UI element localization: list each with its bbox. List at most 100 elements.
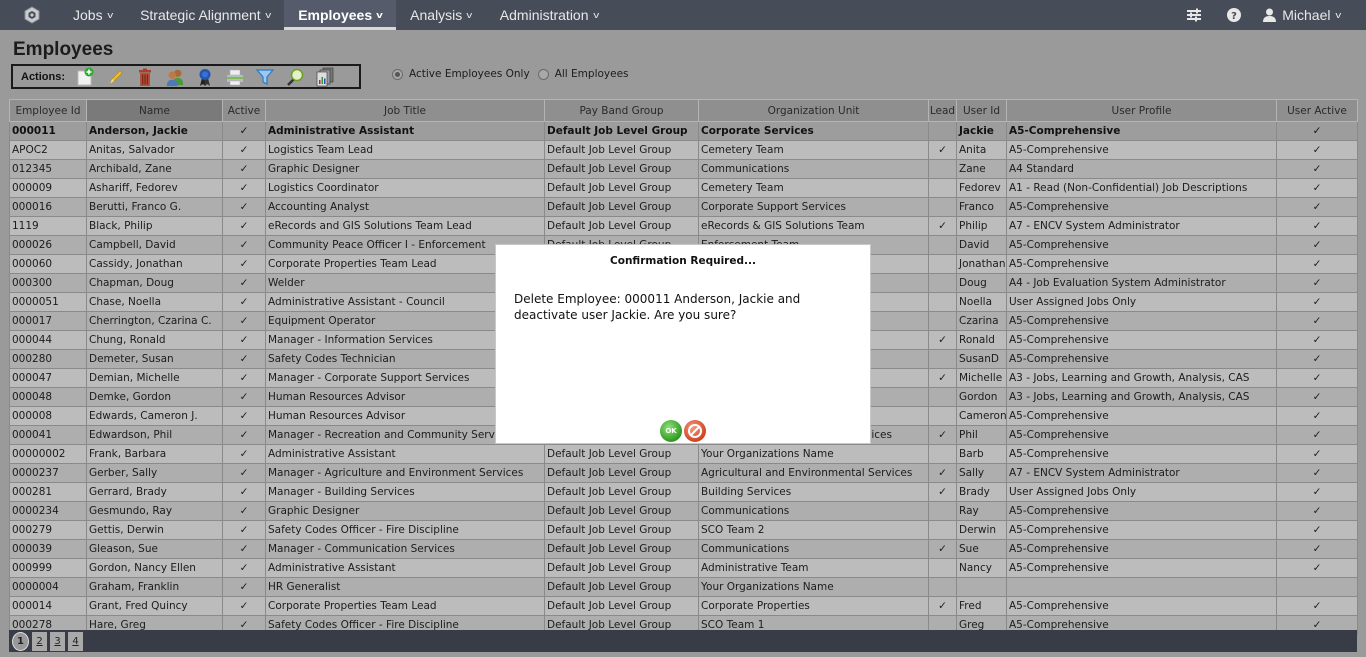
- col-job-title[interactable]: Job Title: [265, 99, 545, 122]
- page-4-button[interactable]: 4: [68, 631, 83, 651]
- help-icon[interactable]: ?: [1219, 0, 1249, 30]
- name-cell: Anderson, Jackie: [86, 121, 223, 141]
- table-row[interactable]: 0000237 Gerber, Sally ✓ Manager - Agricultu…: [9, 463, 1358, 483]
- table-row[interactable]: 00000002 Frank, Barbara ✓ Administrative As…: [9, 444, 1358, 464]
- lead-cell: [928, 273, 957, 293]
- col-lead[interactable]: Lead: [928, 99, 957, 122]
- table-row[interactable]: APOC2 Anitas, Salvador ✓ Logistics Team Lea…: [9, 140, 1358, 160]
- table-row[interactable]: 000014 Grant, Fred Quincy ✓ Corporate Prope…: [9, 596, 1358, 616]
- ok-button[interactable]: OK: [660, 420, 682, 442]
- nav-strategic-alignment[interactable]: Strategic Alignment v: [126, 0, 284, 30]
- col-user-id[interactable]: User Id: [956, 99, 1007, 122]
- employee-id-cell: 000279: [9, 520, 87, 540]
- table-row[interactable]: 012345 Archibald, Zane ✓ Graphic Designer De…: [9, 159, 1358, 179]
- trash-icon[interactable]: [135, 67, 155, 87]
- app-logo-icon[interactable]: [23, 6, 41, 24]
- employee-id-cell: 012345: [9, 159, 87, 179]
- funnel-icon[interactable]: [255, 67, 275, 87]
- add-document-icon[interactable]: [75, 67, 95, 87]
- users-icon[interactable]: [165, 67, 185, 87]
- user-active-cell: [1276, 577, 1358, 597]
- nav-jobs[interactable]: Jobs v: [59, 0, 126, 30]
- table-row[interactable]: 000009 Ashariff, Fedorev ✓ Logistics Coordi…: [9, 178, 1358, 198]
- nav-employees[interactable]: Employees v: [284, 0, 397, 30]
- name-cell: Chapman, Doug: [86, 273, 223, 293]
- page-2-button[interactable]: 2: [32, 631, 47, 651]
- table-row[interactable]: 0000004 Graham, Franklin ✓ HR Generalist Def…: [9, 577, 1358, 597]
- table-row[interactable]: 000279 Gettis, Derwin ✓ Safety Codes Office…: [9, 520, 1358, 540]
- job-title-cell: Manager - Agriculture and Environment Se…: [265, 463, 545, 483]
- employee-id-cell: 0000234: [9, 501, 87, 521]
- table-row[interactable]: 000039 Gleason, Sue ✓ Manager - Communicati…: [9, 539, 1358, 559]
- user-profile-cell: A5-Comprehensive: [1006, 140, 1277, 160]
- user-profile-cell: A5-Comprehensive: [1006, 596, 1277, 616]
- name-cell: Cassidy, Jonathan: [86, 254, 223, 274]
- col-employee-id[interactable]: Employee Id: [9, 99, 87, 122]
- table-row[interactable]: 000011 Anderson, Jackie ✓ Administrative As…: [9, 121, 1358, 141]
- user-id-cell: Franco: [956, 197, 1007, 217]
- user-active-cell: ✓: [1276, 235, 1358, 255]
- active-cell: ✓: [222, 539, 266, 559]
- employee-id-cell: 000047: [9, 368, 87, 388]
- col-user-active[interactable]: User Active: [1276, 99, 1358, 122]
- all-employees-label[interactable]: All Employees: [555, 68, 629, 80]
- page-3-button[interactable]: 3: [50, 631, 65, 651]
- user-id-cell: Derwin: [956, 520, 1007, 540]
- user-profile-cell: A5-Comprehensive: [1006, 406, 1277, 426]
- user-id-cell: [956, 577, 1007, 597]
- job-title-cell: Manager - Building Services: [265, 482, 545, 502]
- user-active-cell: ✓: [1276, 178, 1358, 198]
- organization-unit-cell: Communications: [698, 159, 929, 179]
- user-profile-cell: A5-Comprehensive: [1006, 425, 1277, 445]
- user-profile-cell: User Assigned Jobs Only: [1006, 292, 1277, 312]
- col-name[interactable]: Name: [86, 99, 223, 122]
- employee-id-cell: 000041: [9, 425, 87, 445]
- user-id-cell: Jackie: [956, 121, 1007, 141]
- user-menu[interactable]: Michael v: [1263, 7, 1341, 23]
- dialog-buttons: OK: [496, 420, 870, 442]
- all-employees-radio[interactable]: [537, 68, 549, 80]
- lead-cell: [928, 501, 957, 521]
- table-row[interactable]: 000016 Berutti, Franco G. ✓ Accounting Anal…: [9, 197, 1358, 217]
- table-row[interactable]: 0000234 Gesmundo, Ray ✓ Graphic Designer Def…: [9, 501, 1358, 521]
- reports-icon[interactable]: [315, 67, 335, 87]
- user-active-cell: ✓: [1276, 140, 1358, 160]
- active-cell: ✓: [222, 482, 266, 502]
- settings-sliders-icon[interactable]: [1179, 0, 1209, 30]
- printer-icon[interactable]: [225, 67, 245, 87]
- active-cell: ✓: [222, 520, 266, 540]
- lead-cell: ✓: [928, 482, 957, 502]
- name-cell: Anitas, Salvador: [86, 140, 223, 160]
- job-title-cell: Logistics Team Lead: [265, 140, 545, 160]
- employee-id-cell: 0000051: [9, 292, 87, 312]
- name-cell: Graham, Franklin: [86, 577, 223, 597]
- employee-id-cell: 1119: [9, 216, 87, 236]
- user-active-cell: ✓: [1276, 349, 1358, 369]
- page-1-button[interactable]: 1: [12, 631, 29, 651]
- table-row[interactable]: 1119 Black, Philip ✓ eRecords and GIS Solut…: [9, 216, 1358, 236]
- pay-band-group-cell: Default Job Level Group: [544, 577, 699, 597]
- col-organization-unit[interactable]: Organization Unit: [698, 99, 929, 122]
- table-row[interactable]: 000281 Gerrard, Brady ✓ Manager - Building …: [9, 482, 1358, 502]
- col-pay-band-group[interactable]: Pay Band Group: [544, 99, 699, 122]
- nav-administration[interactable]: Administration v: [486, 0, 612, 30]
- active-cell: ✓: [222, 254, 266, 274]
- active-employees-only-radio[interactable]: [392, 68, 403, 80]
- pay-band-group-cell: Default Job Level Group: [544, 463, 699, 483]
- nav-analysis[interactable]: Analysis v: [396, 0, 486, 30]
- magnifier-icon[interactable]: [285, 67, 305, 87]
- name-cell: Frank, Barbara: [86, 444, 223, 464]
- active-cell: ✓: [222, 444, 266, 464]
- ribbon-icon[interactable]: [195, 67, 215, 87]
- col-user-profile[interactable]: User Profile: [1006, 99, 1277, 122]
- col-active[interactable]: Active: [222, 99, 266, 122]
- table-row[interactable]: 000999 Gordon, Nancy Ellen ✓ Administrative…: [9, 558, 1358, 578]
- cancel-button[interactable]: [684, 420, 706, 442]
- organization-unit-cell: eRecords & GIS Solutions Team: [698, 216, 929, 236]
- pay-band-group-cell: Default Job Level Group: [544, 216, 699, 236]
- user-id-cell: Brady: [956, 482, 1007, 502]
- pencil-icon[interactable]: [105, 67, 125, 87]
- active-employees-only-label[interactable]: Active Employees Only: [409, 68, 530, 80]
- name-cell: Gleason, Sue: [86, 539, 223, 559]
- user-profile-cell: A4 - Job Evaluation System Administrator: [1006, 273, 1277, 293]
